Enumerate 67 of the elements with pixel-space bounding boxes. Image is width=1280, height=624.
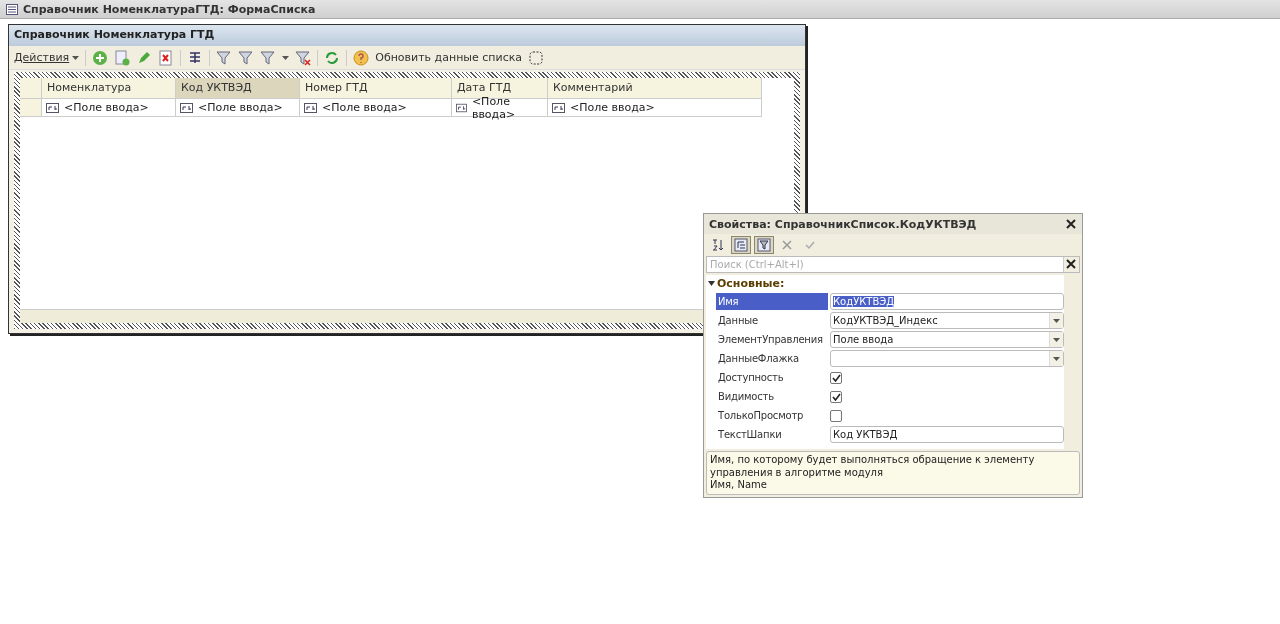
dashed-frame-icon[interactable] xyxy=(528,49,545,66)
panel-title: Свойства: СправочникСписок.КодУКТВЭД xyxy=(709,217,977,231)
column-header[interactable]: Номенклатура xyxy=(42,78,176,99)
caret-icon xyxy=(1053,318,1060,323)
cell-text: <Поле ввода> xyxy=(570,101,655,114)
clear-button[interactable] xyxy=(1063,257,1079,272)
property-dropdown[interactable]: Поле ввода xyxy=(830,331,1064,348)
filter-icon[interactable] xyxy=(238,49,255,66)
column-header[interactable]: Номер ГТД xyxy=(300,78,452,99)
checkbox[interactable] xyxy=(830,371,842,384)
cell-text: <Поле ввода> xyxy=(322,101,407,114)
property-name[interactable]: Видимость xyxy=(716,388,828,405)
property-dropdown[interactable]: КодУКТВЭД_Индекс xyxy=(830,312,1064,329)
delete-icon[interactable] xyxy=(158,49,175,66)
text-field-icon xyxy=(552,102,565,113)
search-field[interactable]: Поиск (Ctrl+Alt+I) xyxy=(706,256,1080,273)
filter-clear-icon[interactable] xyxy=(295,49,312,66)
caret-icon xyxy=(72,55,80,60)
description-text: Имя, Name xyxy=(710,479,768,492)
text-field-icon xyxy=(456,102,467,113)
copy-icon[interactable] xyxy=(114,49,131,66)
cell-text: <Поле ввода> xyxy=(198,101,283,114)
refresh-icon[interactable] xyxy=(324,49,341,66)
header-corner xyxy=(20,78,42,99)
property-name[interactable]: ТолькоПросмотр xyxy=(716,407,828,424)
actions-menu[interactable]: Действия xyxy=(14,51,80,64)
description-text: Имя, по которому будет выполняться обращение к элементу управления в алгоритме модуля xyxy=(710,454,1036,479)
help-icon[interactable] xyxy=(353,49,370,66)
filter-button[interactable] xyxy=(754,236,774,254)
property-name[interactable]: Доступность xyxy=(716,369,828,386)
text-field-icon xyxy=(304,102,317,113)
column-header[interactable]: Код УКТВЭД xyxy=(176,78,300,99)
filter-icon[interactable] xyxy=(260,49,277,66)
pencil-icon[interactable] xyxy=(136,49,153,66)
caret-icon xyxy=(1053,337,1060,342)
caret-icon xyxy=(1053,356,1060,361)
expand-icon xyxy=(708,280,715,287)
tree-icon xyxy=(734,238,748,252)
property-name[interactable]: Данные xyxy=(716,312,828,329)
cell-text: <Поле ввода> xyxy=(64,101,149,114)
check-icon xyxy=(804,239,816,251)
refresh-list-button[interactable]: Обновить данные списка xyxy=(375,51,523,64)
vertical-scrollbar[interactable] xyxy=(1064,275,1080,449)
sort-icon xyxy=(711,238,725,252)
column-header[interactable]: Комментарий xyxy=(548,78,762,99)
checkbox[interactable] xyxy=(830,409,842,422)
checkbox[interactable] xyxy=(830,390,842,403)
filter-icon xyxy=(757,238,771,252)
close-button[interactable] xyxy=(1065,218,1077,230)
form-icon xyxy=(6,3,18,15)
property-field[interactable]: КодУКТВЭД xyxy=(830,293,1064,310)
property-name[interactable]: ТекстШапки xyxy=(716,426,828,443)
text-field-icon xyxy=(180,102,193,113)
filter-icon[interactable] xyxy=(216,49,233,66)
tree-button[interactable] xyxy=(731,236,751,254)
form-title: Справочник Номенклатура ГТД xyxy=(9,25,805,46)
close-icon xyxy=(781,239,793,251)
add-icon[interactable] xyxy=(92,49,109,66)
text-field-icon xyxy=(46,102,59,113)
search-input[interactable]: Поиск (Ctrl+Alt+I) xyxy=(707,259,1063,270)
property-name[interactable]: ЭлементУправления xyxy=(716,331,828,348)
window-title: Справочник НоменклатураГТД: ФормаСписка xyxy=(23,2,316,16)
group-header[interactable]: Основные: xyxy=(706,275,1064,292)
property-field[interactable]: Код УКТВЭД xyxy=(830,426,1064,443)
property-name[interactable]: ДанныеФлажка xyxy=(716,350,828,367)
property-name[interactable]: Имя xyxy=(716,293,828,310)
caret-icon xyxy=(282,55,290,60)
